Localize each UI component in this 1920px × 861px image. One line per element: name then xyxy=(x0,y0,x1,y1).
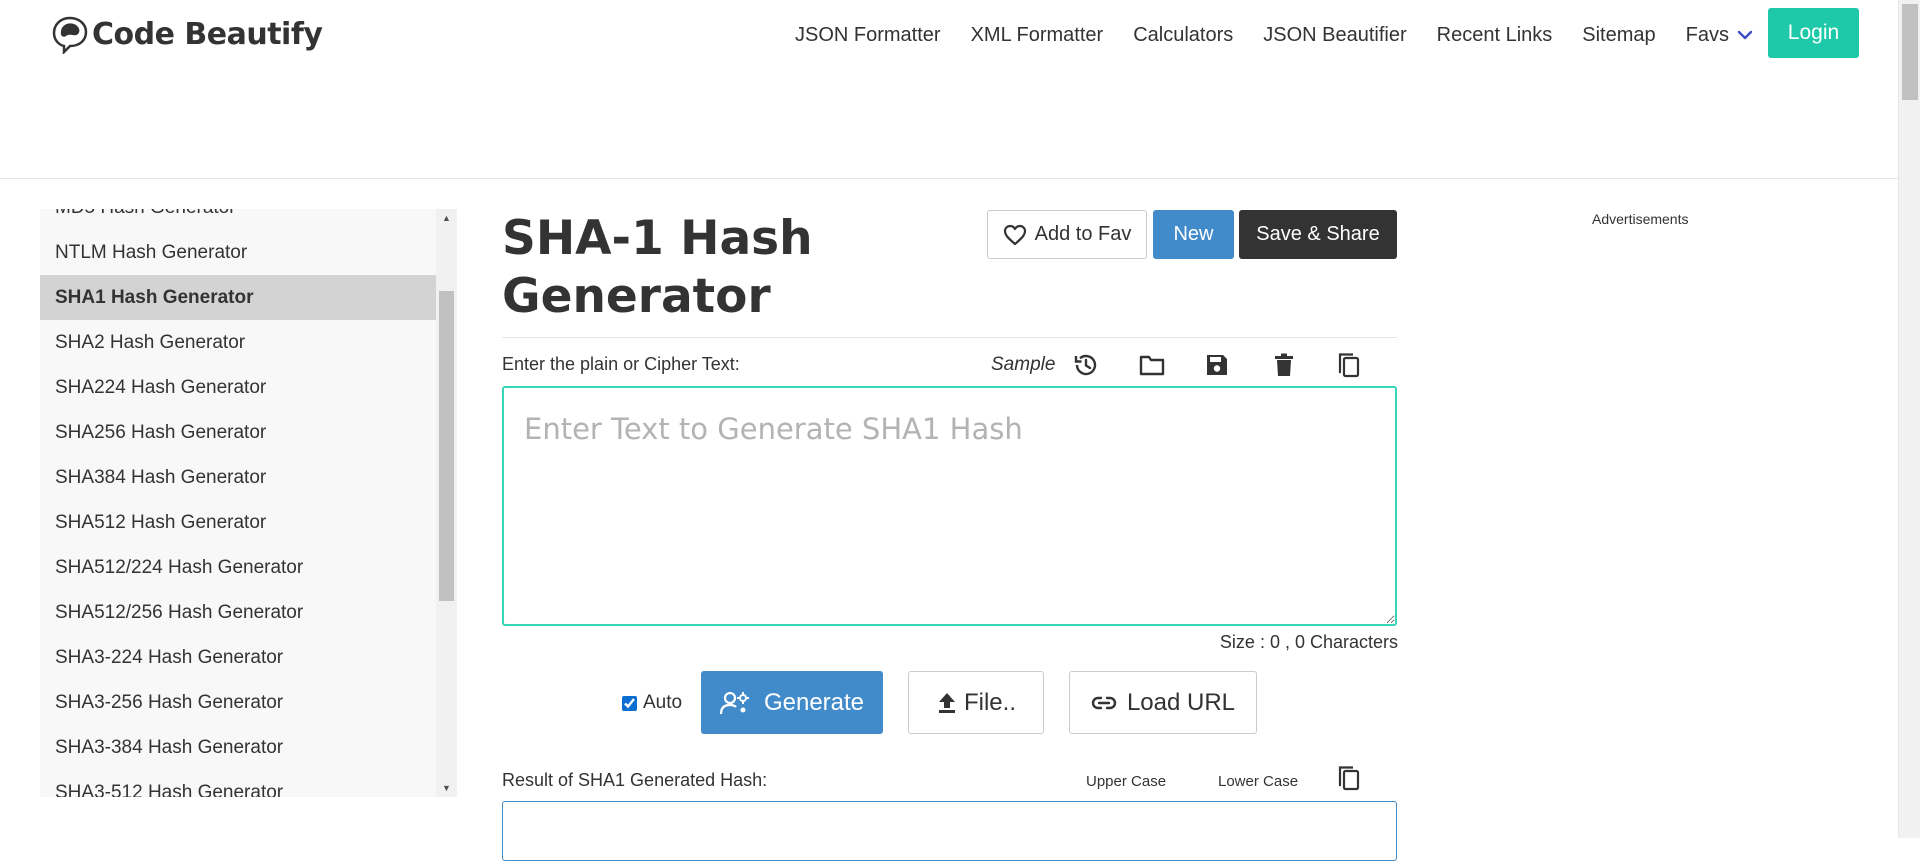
chevron-down-icon xyxy=(1737,30,1753,40)
result-output[interactable] xyxy=(502,801,1397,861)
generate-button[interactable]: Generate xyxy=(701,671,883,734)
nav-calculators[interactable]: Calculators xyxy=(1133,24,1233,47)
add-to-fav-button[interactable]: Add to Fav xyxy=(987,210,1147,259)
sidebar-scrollbar-thumb[interactable] xyxy=(439,291,454,601)
logo-text: Code Beautify xyxy=(92,16,323,52)
new-button[interactable]: New xyxy=(1153,210,1234,259)
clear-button[interactable] xyxy=(1269,350,1299,380)
sidebar-scrollbar[interactable]: ▲ ▼ xyxy=(436,209,457,797)
sidebar-item-sha1-hash-generator[interactable]: SHA1 Hash Generator xyxy=(40,275,436,320)
sidebar-item-ntlm-hash-generator[interactable]: NTLM Hash Generator xyxy=(40,230,436,275)
site-header: Code Beautify JSON Formatter XML Formatt… xyxy=(0,0,1898,179)
sidebar-item-sha3-256-hash-generator[interactable]: SHA3-256 Hash Generator xyxy=(40,680,436,725)
sidebar-item-sha3-384-hash-generator[interactable]: SHA3-384 Hash Generator xyxy=(40,725,436,770)
user-gear-icon xyxy=(719,691,749,714)
sidebar-item-sha512-256-hash-generator[interactable]: SHA512/256 Hash Generator xyxy=(40,590,436,635)
nav-favs-label: Favs xyxy=(1685,23,1729,46)
history-button[interactable] xyxy=(1071,350,1101,380)
load-url-label: Load URL xyxy=(1126,688,1236,716)
sidebar-item-sha512-hash-generator[interactable]: SHA512 Hash Generator xyxy=(40,500,436,545)
auto-toggle[interactable]: Auto xyxy=(622,692,682,714)
advertisements-label: Advertisements xyxy=(1592,211,1689,227)
upper-case-link[interactable]: Upper Case xyxy=(1086,773,1166,790)
file-upload-button[interactable]: File.. xyxy=(908,671,1044,734)
sidebar-item-sha512-224-hash-generator[interactable]: SHA512/224 Hash Generator xyxy=(40,545,436,590)
nav-json-formatter[interactable]: JSON Formatter xyxy=(795,24,941,47)
nav-favs-dropdown[interactable]: Favs xyxy=(1686,24,1753,47)
sidebar-item-md5-hash-generator[interactable]: MD5 Hash Generator xyxy=(40,209,436,230)
generate-label: Generate xyxy=(763,688,865,716)
save-icon xyxy=(1207,355,1227,375)
sidebar-item-sha3-224-hash-generator[interactable]: SHA3-224 Hash Generator xyxy=(40,635,436,680)
sidebar-item-sha3-512-hash-generator[interactable]: SHA3-512 Hash Generator xyxy=(40,770,436,797)
copy-input-button[interactable] xyxy=(1334,350,1364,380)
lower-case-link[interactable]: Lower Case xyxy=(1218,773,1298,790)
sidebar-item-sha256-hash-generator[interactable]: SHA256 Hash Generator xyxy=(40,410,436,455)
nav-json-beautifier[interactable]: JSON Beautifier xyxy=(1263,24,1406,47)
nav-xml-formatter[interactable]: XML Formatter xyxy=(971,24,1104,47)
nav-sitemap[interactable]: Sitemap xyxy=(1582,24,1655,47)
sidebar-item-sha2-hash-generator[interactable]: SHA2 Hash Generator xyxy=(40,320,436,365)
copy-icon xyxy=(1338,353,1360,378)
file-label: File.. xyxy=(963,688,1016,716)
save-share-button[interactable]: Save & Share xyxy=(1239,210,1397,259)
auto-label: Auto xyxy=(643,692,683,713)
login-button[interactable]: Login xyxy=(1768,8,1859,58)
link-icon xyxy=(1091,696,1117,709)
title-divider xyxy=(502,337,1397,338)
site-logo[interactable]: Code Beautify xyxy=(50,12,323,56)
plain-text-input[interactable] xyxy=(502,386,1397,626)
page-scrollbar[interactable] xyxy=(1898,0,1920,838)
input-label: Enter the plain or Cipher Text: xyxy=(502,354,740,374)
folder-icon xyxy=(1139,355,1165,376)
scroll-up-arrow[interactable]: ▲ xyxy=(436,209,457,227)
sidebar: MD5 Hash GeneratorNTLM Hash GeneratorSHA… xyxy=(40,209,457,797)
upload-icon xyxy=(938,692,955,713)
history-icon xyxy=(1074,354,1097,376)
open-folder-button[interactable] xyxy=(1137,350,1167,380)
page-title: SHA-1 Hash Generator xyxy=(502,211,813,324)
nav-recent-links[interactable]: Recent Links xyxy=(1437,24,1553,47)
heart-icon xyxy=(1003,224,1026,245)
load-url-button[interactable]: Load URL xyxy=(1069,671,1257,734)
add-to-fav-label: Add to Fav xyxy=(1034,223,1132,245)
sample-link[interactable]: Sample xyxy=(991,354,1055,376)
sidebar-item-sha384-hash-generator[interactable]: SHA384 Hash Generator xyxy=(40,455,436,500)
sidebar-item-sha224-hash-generator[interactable]: SHA224 Hash Generator xyxy=(40,365,436,410)
result-label: Result of SHA1 Generated Hash: xyxy=(502,770,768,790)
page-scrollbar-thumb[interactable] xyxy=(1902,4,1918,100)
size-info: Size : 0 , 0 Characters xyxy=(1219,632,1398,652)
auto-checkbox[interactable] xyxy=(622,695,637,711)
sidebar-list: MD5 Hash GeneratorNTLM Hash GeneratorSHA… xyxy=(40,209,436,797)
copy-result-button[interactable] xyxy=(1334,763,1364,793)
logo-icon xyxy=(52,16,88,54)
scroll-down-arrow[interactable]: ▼ xyxy=(436,779,457,797)
main-nav: JSON Formatter XML Formatter Calculators… xyxy=(795,20,1783,50)
trash-icon xyxy=(1275,353,1293,376)
save-file-button[interactable] xyxy=(1202,350,1232,380)
copy-icon xyxy=(1338,766,1360,791)
